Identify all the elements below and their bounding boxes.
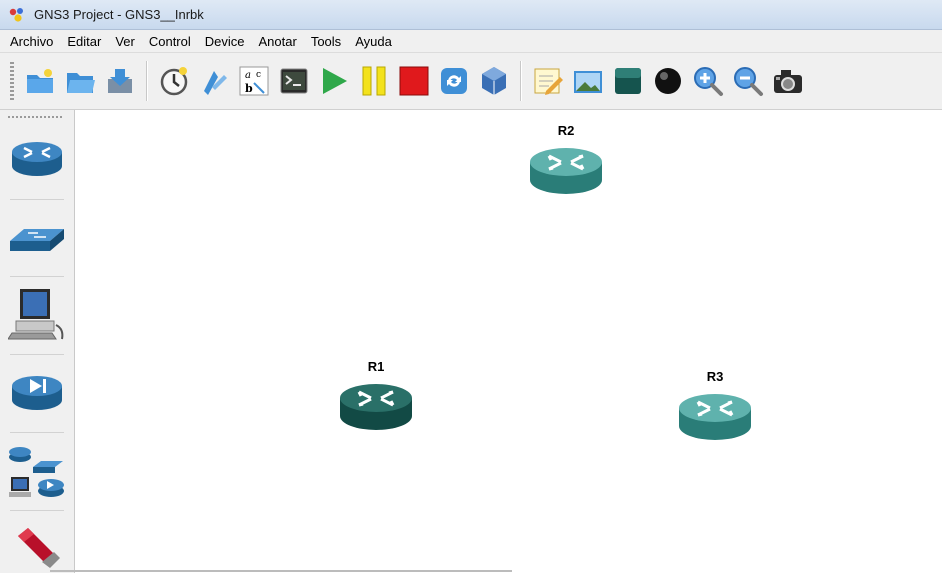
zoom-out-button[interactable] — [731, 64, 765, 98]
all-devices-category-button[interactable] — [4, 434, 70, 508]
router-icon — [340, 384, 412, 430]
router-node-r2[interactable]: R2 — [526, 123, 606, 198]
panel-divider — [10, 354, 64, 355]
show-interface-labels-icon — [204, 71, 227, 95]
svg-text:b: b — [245, 82, 253, 95]
stop-button[interactable] — [397, 64, 431, 98]
screenshot-button[interactable] — [771, 64, 805, 98]
security-device-icon — [12, 376, 62, 410]
menu-tools[interactable]: Tools — [304, 34, 348, 49]
open-project-icon — [67, 73, 95, 93]
terminal-button[interactable] — [277, 64, 311, 98]
show-interface-labels-button[interactable] — [197, 64, 231, 98]
draw-rectangle-button[interactable] — [611, 64, 645, 98]
menu-device[interactable]: Device — [198, 34, 252, 49]
router-node-r3[interactable]: R3 — [675, 369, 755, 444]
new-project-icon — [27, 69, 53, 93]
switches-category-button[interactable] — [4, 200, 70, 274]
router-icon — [530, 148, 602, 194]
zoom-in-icon — [694, 67, 723, 96]
end-device-icon — [8, 289, 64, 340]
panel-grip[interactable] — [8, 116, 64, 118]
draw-ellipse-button[interactable] — [651, 64, 685, 98]
menu-editar[interactable]: Editar — [60, 34, 108, 49]
menu-control[interactable]: Control — [142, 34, 198, 49]
screenshot-icon — [774, 70, 802, 93]
switch-icon — [10, 229, 64, 251]
window-title: GNS3 Project - GNS3__Inrbk — [34, 7, 204, 22]
save-project-button[interactable] — [103, 64, 137, 98]
zoom-in-button[interactable] — [691, 64, 725, 98]
menu-bar: Archivo Editar Ver Control Device Anotar… — [0, 30, 942, 53]
console-all-button[interactable]: a c b — [237, 64, 271, 98]
start-icon — [323, 68, 347, 94]
console-all-icon: a c b — [239, 66, 269, 96]
suspend-icon — [362, 66, 386, 96]
routers-category-button[interactable] — [4, 122, 70, 196]
panel-divider — [10, 276, 64, 277]
draw-ellipse-icon — [655, 68, 681, 94]
insert-image-button[interactable] — [571, 64, 605, 98]
toolbar-separator — [520, 61, 522, 101]
svg-text:a: a — [245, 70, 251, 81]
add-link-icon — [18, 528, 60, 568]
end-devices-category-button[interactable] — [4, 278, 70, 352]
add-note-button[interactable] — [531, 64, 565, 98]
virtualbox-button[interactable] — [477, 64, 511, 98]
open-project-button[interactable] — [63, 64, 97, 98]
gns3-app-icon — [8, 6, 26, 24]
menu-archivo[interactable]: Archivo — [0, 34, 60, 49]
start-button[interactable] — [317, 64, 351, 98]
toolbar-separator — [146, 61, 148, 101]
toolbar-grip[interactable] — [10, 62, 14, 100]
stop-icon — [399, 66, 429, 96]
add-note-icon — [534, 68, 563, 95]
suspend-button[interactable] — [357, 64, 391, 98]
save-project-icon — [108, 69, 132, 93]
menu-ayuda[interactable]: Ayuda — [348, 34, 399, 49]
zoom-out-icon — [734, 67, 763, 96]
reload-button[interactable] — [437, 64, 471, 98]
menu-anotar[interactable]: Anotar — [252, 34, 304, 49]
reload-icon — [441, 68, 467, 94]
horizontal-scrollbar[interactable] — [50, 570, 512, 572]
security-devices-category-button[interactable] — [4, 356, 70, 430]
snapshot-icon — [160, 67, 188, 96]
topology-canvas[interactable]: R2 R1 R3 — [75, 110, 942, 573]
node-label: R3 — [706, 369, 724, 384]
router-icon — [679, 394, 751, 440]
node-label: R2 — [557, 123, 575, 138]
insert-image-icon — [574, 71, 602, 93]
virtualbox-icon — [482, 67, 506, 95]
terminal-icon — [280, 68, 308, 94]
all-devices-icon — [9, 447, 64, 497]
snapshot-button[interactable] — [157, 64, 191, 98]
panel-divider — [10, 432, 64, 433]
main-toolbar: a c b — [0, 53, 942, 110]
menu-ver[interactable]: Ver — [108, 34, 142, 49]
new-project-button[interactable] — [23, 64, 57, 98]
draw-rectangle-icon — [615, 68, 641, 94]
router-icon — [12, 142, 62, 176]
svg-text:c: c — [256, 70, 261, 80]
devices-panel — [0, 110, 75, 573]
title-bar: GNS3 Project - GNS3__Inrbk — [0, 0, 942, 30]
router-node-r1[interactable]: R1 — [336, 359, 416, 434]
node-label: R1 — [367, 359, 385, 374]
